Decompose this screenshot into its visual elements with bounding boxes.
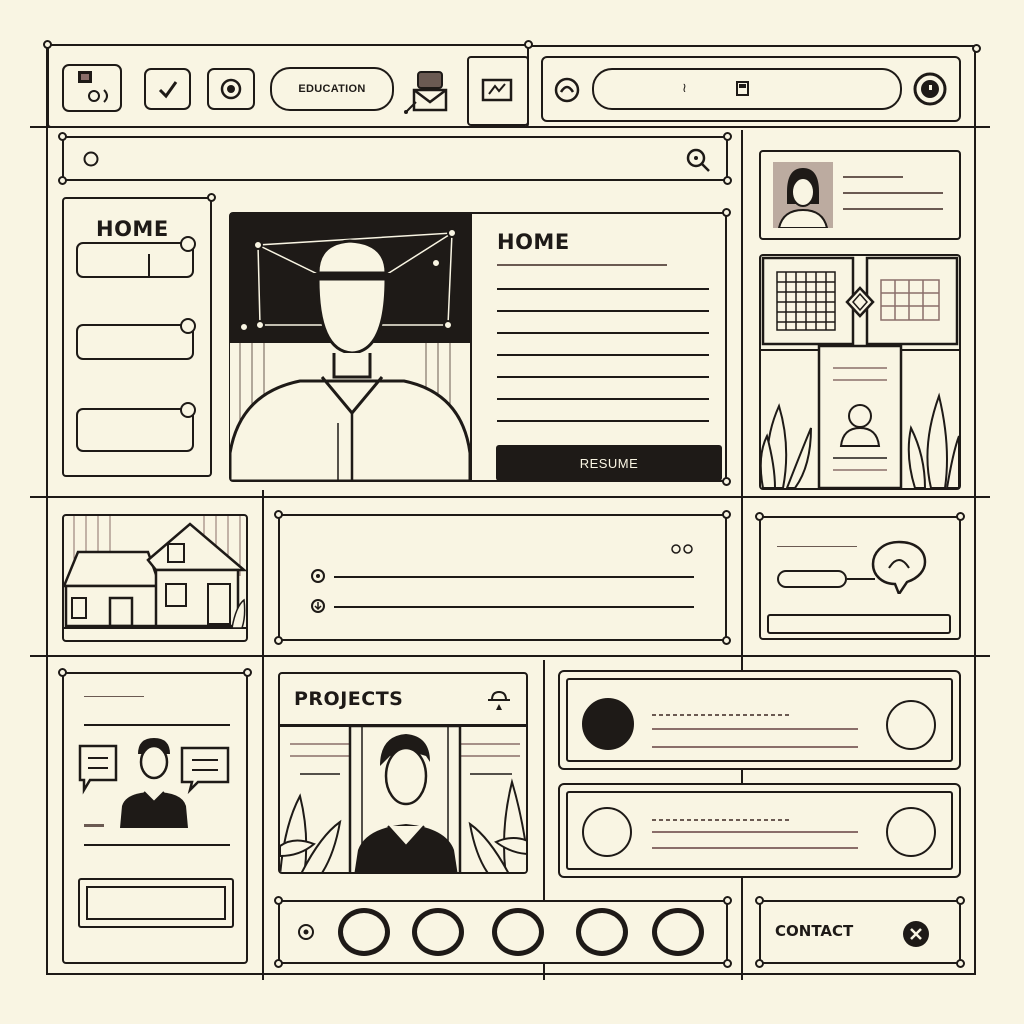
link-icon bbox=[671, 544, 693, 554]
house-illustration bbox=[64, 516, 246, 629]
play-button[interactable] bbox=[582, 807, 632, 857]
hero-title: HOME bbox=[497, 230, 570, 254]
file-icon bbox=[736, 81, 749, 96]
carousel-dot-4[interactable] bbox=[576, 908, 628, 956]
mail-button[interactable] bbox=[404, 70, 456, 116]
image-icon bbox=[78, 71, 108, 103]
close-icon[interactable] bbox=[901, 919, 931, 949]
carousel-dot-3[interactable] bbox=[492, 908, 544, 956]
download-icon[interactable] bbox=[310, 598, 326, 614]
person-illustration bbox=[230, 213, 470, 481]
carousel-dot-2[interactable] bbox=[412, 908, 464, 956]
audio-option-button[interactable] bbox=[886, 807, 936, 857]
record-icon bbox=[220, 78, 242, 100]
testimonial-card bbox=[58, 668, 252, 964]
info-card bbox=[274, 510, 731, 645]
edit-button[interactable] bbox=[467, 56, 529, 126]
sidebar-item-2[interactable] bbox=[76, 318, 196, 360]
search-text: ≀ bbox=[682, 80, 687, 95]
testimonial-button[interactable] bbox=[78, 878, 234, 928]
avatar bbox=[773, 162, 833, 228]
location-button[interactable] bbox=[553, 76, 581, 106]
hero-text-line bbox=[497, 420, 709, 422]
chat-input[interactable] bbox=[777, 570, 847, 588]
chat-card bbox=[755, 512, 965, 640]
radio-icon[interactable] bbox=[296, 922, 316, 942]
mail-icon bbox=[404, 71, 448, 114]
contact-label: CONTACT bbox=[775, 922, 854, 940]
hero-text-line bbox=[497, 354, 709, 356]
audio-card-1 bbox=[558, 670, 961, 770]
grid-line-bottom bbox=[46, 973, 976, 975]
hero-text-line bbox=[497, 288, 709, 290]
projects-card: PROJECTS bbox=[278, 672, 528, 874]
check-button[interactable] bbox=[144, 68, 191, 110]
check-icon bbox=[158, 81, 178, 99]
image-button[interactable] bbox=[62, 64, 122, 112]
gallery-illustration bbox=[761, 256, 959, 488]
education-label: EDUCATION bbox=[298, 83, 366, 95]
radio-icon[interactable] bbox=[310, 568, 326, 584]
sidebar-item-3[interactable] bbox=[76, 402, 196, 452]
hero-text-line bbox=[497, 332, 709, 334]
chat-bubble-icon[interactable] bbox=[869, 538, 929, 594]
sidebar-item-1[interactable] bbox=[76, 236, 196, 278]
hero-text-line bbox=[497, 264, 667, 266]
search-circle-icon bbox=[83, 151, 99, 167]
house-card bbox=[62, 514, 248, 642]
power-icon bbox=[913, 72, 947, 106]
play-button[interactable] bbox=[582, 698, 634, 750]
chat-send-bar[interactable] bbox=[767, 614, 951, 634]
carousel-dot-1[interactable] bbox=[338, 908, 390, 956]
resume-button[interactable]: RESUME bbox=[496, 445, 722, 481]
hero-text-line bbox=[497, 376, 709, 378]
hero-text-line bbox=[497, 310, 709, 312]
profile-card bbox=[759, 150, 961, 240]
carousel-bar bbox=[274, 896, 732, 968]
search-bar[interactable] bbox=[58, 132, 732, 185]
sidebar-title: HOME bbox=[96, 217, 169, 241]
grid-line-left bbox=[46, 45, 48, 975]
search-icon bbox=[686, 148, 710, 172]
grid-line-right bbox=[974, 45, 976, 975]
cloud-upload-icon[interactable] bbox=[484, 686, 514, 712]
grid-line-col2 bbox=[262, 490, 264, 980]
audio-option-button[interactable] bbox=[886, 700, 936, 750]
record-button[interactable] bbox=[207, 68, 255, 110]
audio-card-2 bbox=[558, 783, 961, 878]
hero-text-line bbox=[497, 398, 709, 400]
contact-card[interactable]: CONTACT bbox=[755, 896, 965, 968]
gallery-card bbox=[759, 254, 961, 490]
education-button[interactable]: EDUCATION bbox=[270, 67, 394, 111]
location-icon bbox=[554, 77, 580, 103]
edit-icon bbox=[481, 78, 513, 102]
carousel-dot-5[interactable] bbox=[652, 908, 704, 956]
resume-label: RESUME bbox=[579, 455, 639, 471]
projects-title: PROJECTS bbox=[294, 688, 404, 710]
grid-line-lower bbox=[30, 655, 990, 657]
power-button[interactable] bbox=[913, 72, 947, 106]
top-search-input[interactable]: ≀ bbox=[592, 68, 902, 110]
hero-avatar bbox=[230, 213, 472, 481]
project-person-illustration bbox=[280, 726, 526, 872]
person-chat-illustration bbox=[78, 738, 230, 828]
grid-line-mid bbox=[30, 496, 990, 498]
